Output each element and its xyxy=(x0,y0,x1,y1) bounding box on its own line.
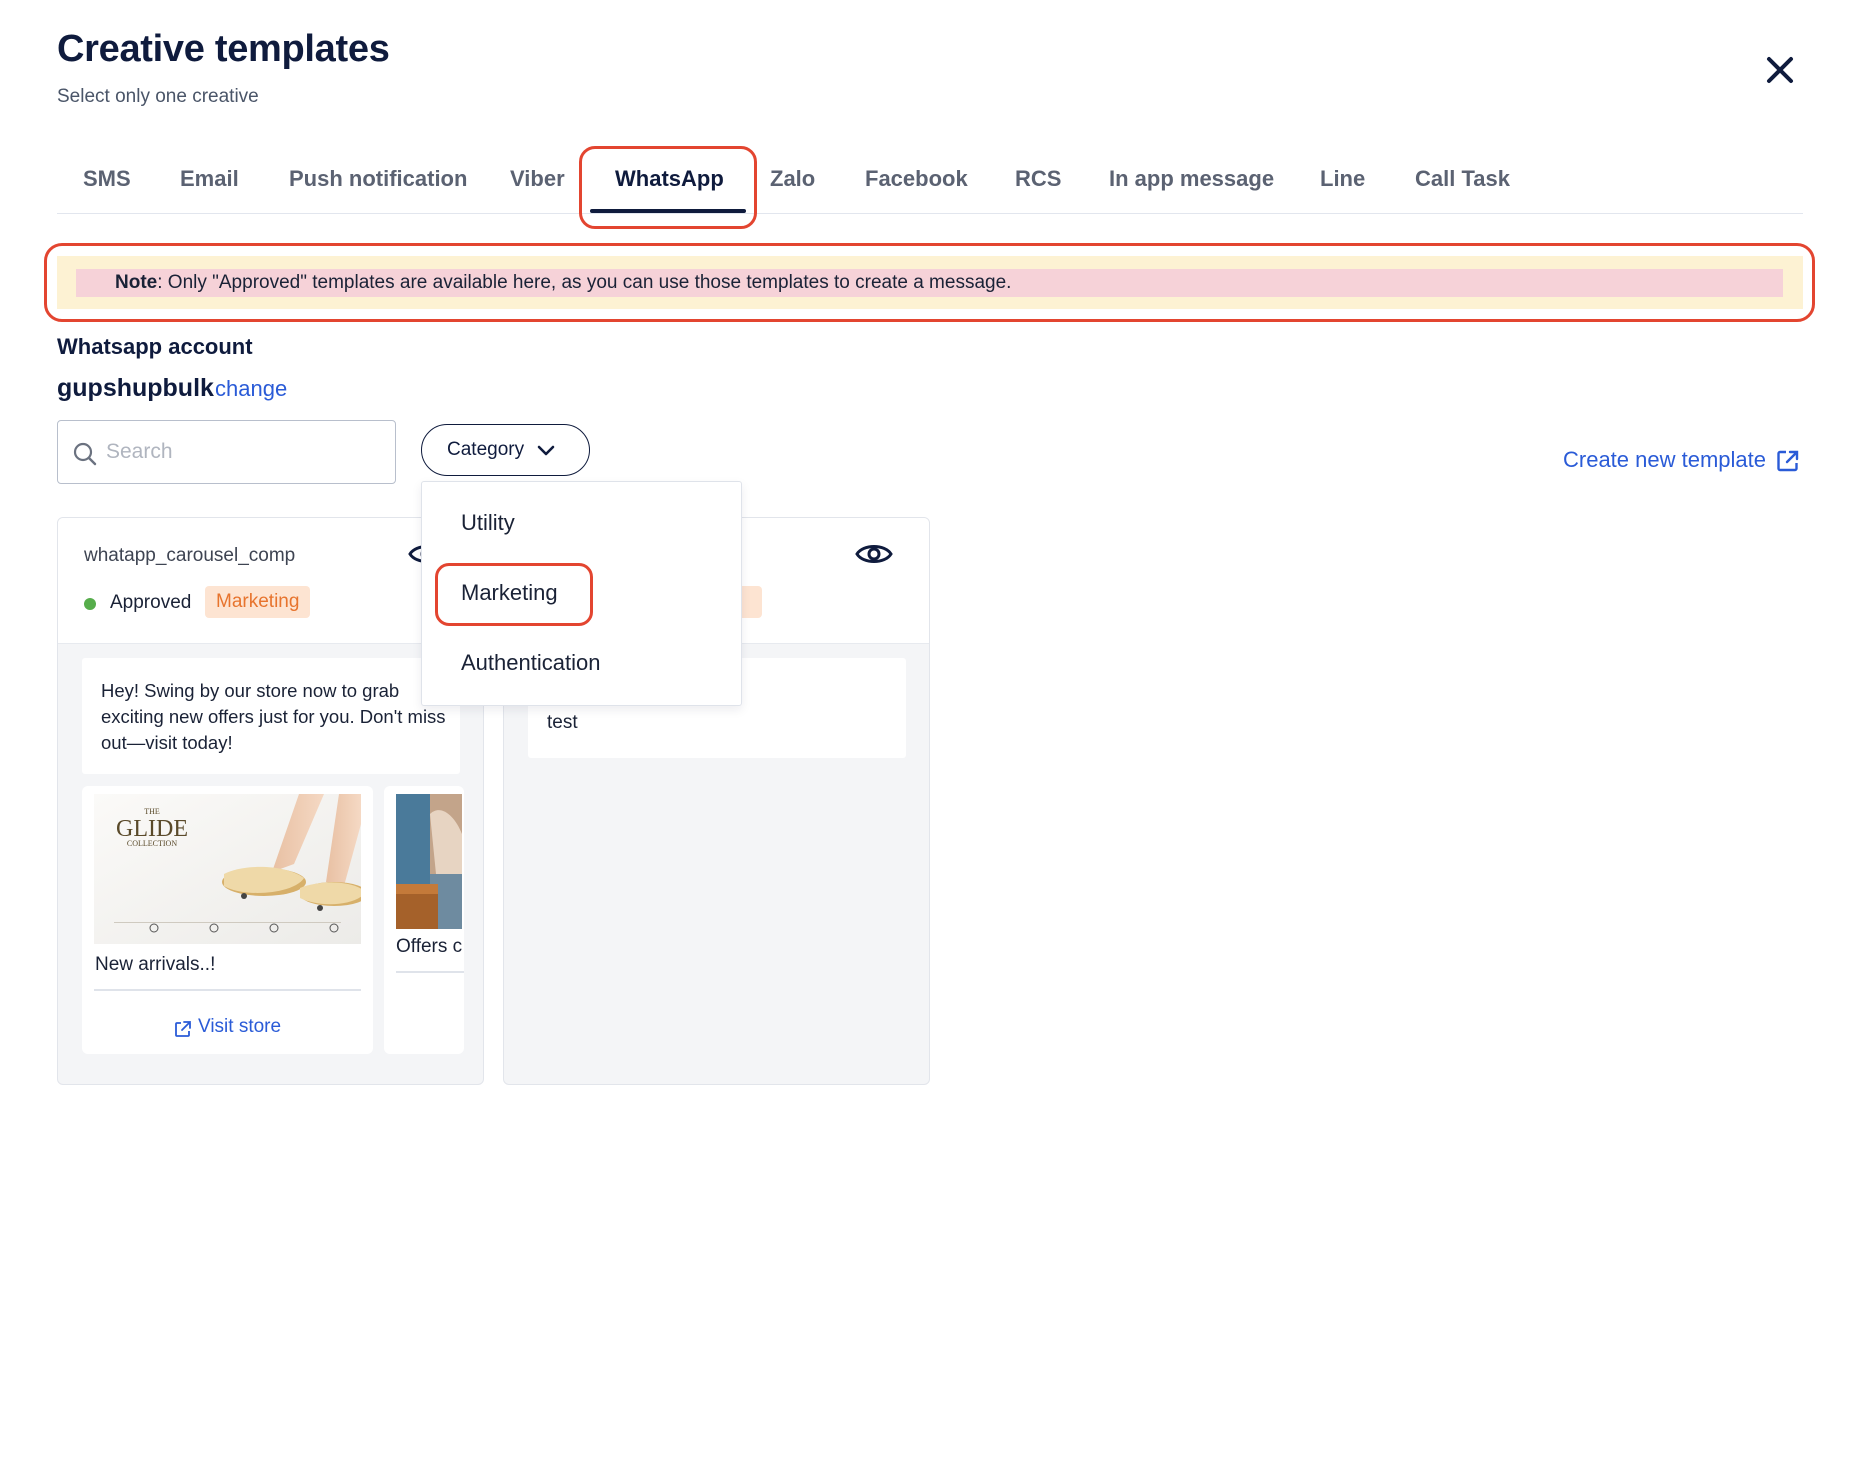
tab-viber[interactable]: Viber xyxy=(510,166,565,192)
category-dropdown-label: Category xyxy=(447,439,525,460)
category-option-authentication[interactable]: Authentication xyxy=(461,650,600,676)
message-text: test xyxy=(547,712,578,733)
tab-facebook[interactable]: Facebook xyxy=(865,166,968,192)
carousel-card: Offers c xyxy=(384,786,464,1054)
annotation-highlight-whatsapp-tab xyxy=(579,146,757,229)
whatsapp-account-name: gupshupbulk xyxy=(57,374,214,402)
chevron-down-icon xyxy=(537,445,555,456)
tab-rcs[interactable]: RCS xyxy=(1015,166,1061,192)
carousel-divider xyxy=(94,989,361,991)
carousel-caption: New arrivals..! xyxy=(95,954,216,975)
template-card[interactable]: whatapp_carousel_comp Approved Marketing… xyxy=(57,517,484,1085)
search-icon xyxy=(73,442,97,466)
channel-tabs: SMS Email Push notification Viber WhatsA… xyxy=(57,150,1803,214)
approved-status-dot xyxy=(84,598,96,610)
eye-icon[interactable] xyxy=(855,541,893,567)
close-icon xyxy=(1767,57,1793,83)
tab-line[interactable]: Line xyxy=(1320,166,1365,192)
search-input[interactable] xyxy=(106,433,386,471)
glide-logo-collection: COLLECTION xyxy=(127,839,177,848)
category-badge: Marketing xyxy=(205,586,311,618)
close-button[interactable] xyxy=(1760,50,1800,90)
external-link-icon[interactable] xyxy=(1776,449,1800,473)
carousel-caption: Offers c xyxy=(396,936,463,957)
page-subtitle: Select only one creative xyxy=(57,86,259,107)
glide-logo-the: THE xyxy=(144,807,160,816)
tab-sms[interactable]: SMS xyxy=(83,166,131,192)
search-box[interactable] xyxy=(57,420,396,484)
template-status: Approved xyxy=(110,592,192,613)
category-option-utility[interactable]: Utility xyxy=(461,510,515,536)
tab-in-app-message[interactable]: In app message xyxy=(1109,166,1274,192)
carousel-image-sandals: THE GLIDE COLLECTION xyxy=(94,794,361,944)
page-title: Creative templates xyxy=(57,28,390,70)
external-link-icon xyxy=(175,1021,191,1037)
message-preview: Hey! Swing by our store now to grab exci… xyxy=(82,658,460,774)
annotation-highlight-marketing xyxy=(435,563,593,626)
tab-email[interactable]: Email xyxy=(180,166,239,192)
tab-zalo[interactable]: Zalo xyxy=(770,166,815,192)
template-card-header: whatapp_carousel_comp Approved Marketing xyxy=(58,518,483,644)
create-new-template-link[interactable]: Create new template xyxy=(1563,447,1766,473)
change-account-link[interactable]: change xyxy=(215,376,287,402)
message-text: Hey! Swing by our store now to grab exci… xyxy=(101,680,446,753)
category-dropdown-button[interactable]: Category xyxy=(421,424,590,476)
whatsapp-account-label: Whatsapp account xyxy=(57,334,253,359)
template-name: whatapp_carousel_comp xyxy=(84,545,296,566)
visit-store-button[interactable]: Visit store xyxy=(198,1016,281,1038)
carousel-image-offers xyxy=(396,794,462,929)
tab-call-task[interactable]: Call Task xyxy=(1415,166,1510,192)
carousel-divider xyxy=(396,971,464,973)
annotation-highlight-note xyxy=(44,243,1815,322)
carousel-card: THE GLIDE COLLECTION New arrivals..! Vis… xyxy=(82,786,373,1054)
tab-push-notification[interactable]: Push notification xyxy=(289,166,467,192)
